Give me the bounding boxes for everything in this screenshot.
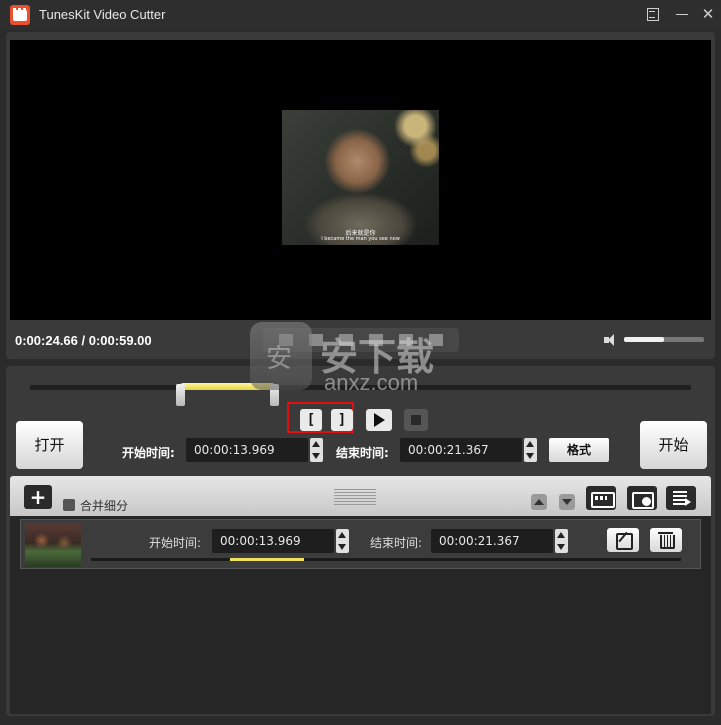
end-time-input[interactable]: 00:00:21.367 xyxy=(400,438,522,462)
volume-icon[interactable] xyxy=(604,334,618,346)
total-time: 0:00:59.00 xyxy=(88,333,152,348)
minimize-icon[interactable] xyxy=(672,4,692,24)
open-button[interactable]: 打开 xyxy=(16,421,83,469)
end-time-stepper[interactable] xyxy=(524,438,537,462)
segment-start-label: 开始时间: xyxy=(149,536,202,550)
segment-end-label: 结束时间: xyxy=(370,536,423,550)
edit-segment-icon[interactable] xyxy=(607,528,639,552)
timeline-selection xyxy=(180,383,275,390)
subtitle-line-2: I became the man you see now xyxy=(321,236,400,242)
start-time-stepper[interactable] xyxy=(310,438,323,462)
menu-icon[interactable] xyxy=(642,4,662,24)
output-folder-icon[interactable] xyxy=(627,486,657,510)
pause-icon[interactable] xyxy=(339,334,353,346)
segment-start-stepper[interactable] xyxy=(336,529,349,553)
previous-frame-icon[interactable] xyxy=(279,334,293,346)
segment-row[interactable] xyxy=(20,519,701,569)
merge-label: 合并细分 xyxy=(80,499,129,513)
time-separator: / xyxy=(77,333,89,348)
move-down-icon[interactable] xyxy=(559,494,575,510)
segment-thumbnail xyxy=(25,523,81,567)
current-time: 0:00:24.66 xyxy=(15,333,78,348)
segment-end-stepper[interactable] xyxy=(555,529,568,553)
volume-slider[interactable] xyxy=(624,337,704,342)
volume-level xyxy=(624,337,664,342)
effects-icon[interactable] xyxy=(586,486,616,510)
segment-progress-track xyxy=(91,558,681,561)
mark-in-button[interactable]: [ xyxy=(300,409,322,431)
transport-controls xyxy=(263,328,459,352)
segment-list-icon[interactable] xyxy=(666,486,696,510)
stop-icon[interactable] xyxy=(369,334,383,346)
merge-checkbox[interactable] xyxy=(63,499,75,511)
video-frame: 后来就是你 I became the man you see now xyxy=(282,110,439,245)
delete-segment-icon[interactable] xyxy=(650,528,682,552)
resize-grip[interactable] xyxy=(334,489,376,505)
video-preview[interactable]: 后来就是你 I became the man you see now xyxy=(10,40,711,320)
add-segment-button[interactable]: + xyxy=(24,485,52,509)
start-time-label: 开始时间: xyxy=(122,446,175,460)
play-segment-button[interactable] xyxy=(366,409,392,431)
end-time-label: 结束时间: xyxy=(336,446,389,460)
forward-icon[interactable] xyxy=(399,334,413,346)
title-bar: TunesKit Video Cutter ✕ xyxy=(0,0,721,30)
start-handle[interactable] xyxy=(176,384,185,406)
end-handle[interactable] xyxy=(270,384,279,406)
segment-end-input[interactable]: 00:00:21.367 xyxy=(431,529,553,553)
app-title: TunesKit Video Cutter xyxy=(39,7,166,22)
format-button[interactable]: 格式 xyxy=(549,438,609,462)
start-time-input[interactable]: 00:00:13.969 xyxy=(186,438,308,462)
rewind-icon[interactable] xyxy=(309,334,323,346)
move-up-icon[interactable] xyxy=(531,494,547,510)
close-icon[interactable]: ✕ xyxy=(698,4,718,24)
mark-out-button[interactable]: ] xyxy=(331,409,353,431)
timeline-track[interactable] xyxy=(30,385,691,390)
start-button[interactable]: 开始 xyxy=(640,421,707,469)
app-logo-icon xyxy=(10,5,30,25)
next-frame-icon[interactable] xyxy=(429,334,443,346)
segment-progress-selection xyxy=(230,558,304,561)
stop-segment-button[interactable] xyxy=(404,409,428,431)
segment-start-input[interactable]: 00:00:13.969 xyxy=(212,529,334,553)
time-display: 0:00:24.66 / 0:00:59.00 xyxy=(15,333,152,348)
